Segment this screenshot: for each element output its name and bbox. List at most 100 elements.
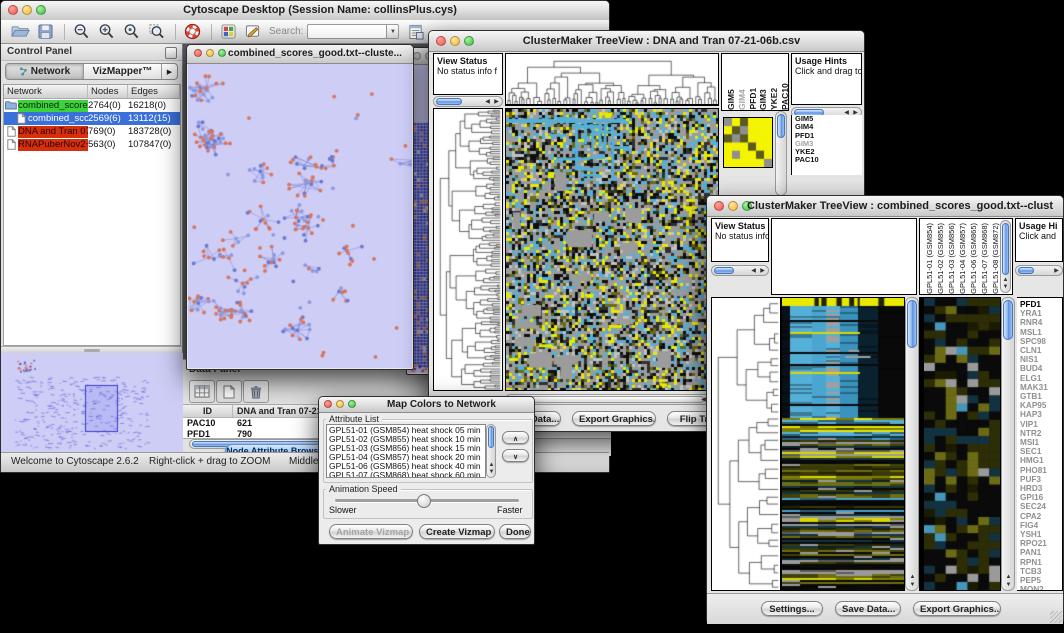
vizmap-grid-button[interactable] [217,22,239,41]
window-controls [324,400,356,408]
zoom-in-button[interactable] [95,22,117,41]
search-dropdown-button[interactable]: ▼ [386,24,399,39]
network-overview-canvas[interactable] [1,353,183,455]
close-button[interactable] [413,52,421,60]
zoom-button[interactable] [348,400,356,408]
control-panel: Control Panel Network VizMapper™ ▶ Netwo… [1,44,183,455]
main-titlebar[interactable]: Cytoscape Desktop (Session Name: collins… [1,1,609,21]
heatmap-global-canvas[interactable] [506,109,718,390]
heatmap-global-panel[interactable] [505,108,719,391]
view-status-text: No status info f [434,66,502,76]
row-dendrogram-panel[interactable] [711,297,781,591]
settings-button[interactable]: Settings... [761,601,823,616]
heatmap-zoom-canvas[interactable] [724,118,772,167]
export-graphics-button[interactable]: Export Graphics... [913,601,1001,616]
new-attribute-button[interactable] [216,380,242,403]
row-dendrogram-panel[interactable] [433,108,503,391]
speed-slider-thumb[interactable] [417,494,431,508]
row-dendrogram-canvas[interactable] [434,109,502,390]
network1-canvas[interactable] [188,64,412,368]
heatmap-zoom-canvas[interactable] [924,298,1000,590]
zoom-button[interactable] [218,49,226,57]
annotation-button[interactable] [242,22,264,41]
tab-overflow-button[interactable]: ▶ [162,64,177,79]
gene-label: MSL1 [1020,328,1062,337]
zoom-out-icon [73,23,90,40]
help-ring-icon [184,23,201,40]
zoom-vscrollbar[interactable]: ▲▼ [1001,297,1015,591]
column-labels-scrollbar[interactable]: ▲▼ [1000,220,1011,293]
treeview1-titlebar[interactable]: ClusterMaker TreeView : DNA and Tran 07-… [429,31,864,52]
col-edges[interactable]: Edges [128,85,180,98]
network-overview-panel[interactable] [1,353,183,455]
zoom-vscrollbar[interactable] [775,111,787,196]
network-list-row[interactable]: DNA and Tran 07769(0)183728(0) [4,125,180,138]
column-dendrogram-canvas[interactable] [506,54,718,104]
done-button[interactable]: Done [499,524,531,539]
minimize-button[interactable] [22,5,32,15]
treeview2-titlebar[interactable]: ClusterMaker TreeView : combined_scores_… [707,196,1063,217]
animate-vizmap-button[interactable]: Animate Vizmap [329,524,413,539]
view-status-scrollbar[interactable]: ◀▶ [711,265,769,276]
report-button[interactable] [405,22,427,41]
close-button[interactable] [8,5,18,15]
column-dendrogram-panel[interactable] [771,218,917,295]
float-panel-icon[interactable] [165,47,177,59]
row-dendrogram-canvas[interactable] [712,298,780,590]
delete-attribute-button[interactable] [243,380,269,403]
global-vscrollbar[interactable]: ▲▼ [905,297,919,591]
view-status-panel: View Status No status info f [711,218,769,262]
resize-grip[interactable] [1050,611,1062,623]
heatmap-global-canvas[interactable] [782,298,904,590]
column-dendrogram-panel[interactable] [505,53,719,106]
close-button[interactable] [324,400,332,408]
nodes-count: 2764(0) [88,100,128,111]
col-network[interactable]: Network [4,85,88,98]
attribute-item[interactable]: GPL51-07 (GSM868) heat shock 60 min [329,471,483,478]
network-list-row[interactable]: combined_sco2569(6)13112(15) [4,112,180,125]
network1-view[interactable] [188,64,412,368]
gene-label: NIS1 [1020,355,1062,364]
minimize-button[interactable] [728,201,738,211]
save-button[interactable] [34,22,56,41]
heatmap-global-panel[interactable] [781,297,905,591]
zoom-selected-button[interactable] [145,22,167,41]
col-id[interactable]: ID [183,405,233,417]
vizmap-grid-icon [221,24,236,39]
export-graphics-button[interactable]: Export Graphics... [572,411,656,426]
gene-label: PUF3 [1020,475,1062,484]
minimize-button[interactable] [206,49,214,57]
dialog-titlebar[interactable]: Map Colors to Network [319,397,534,413]
network-list-header[interactable]: Network Nodes Edges [4,85,180,99]
move-up-button[interactable]: ∧ [502,431,529,444]
minimize-button[interactable] [336,400,344,408]
attribute-select-button[interactable] [189,380,215,403]
search-input[interactable] [307,24,386,39]
zoom-fit-button[interactable] [120,22,142,41]
save-data-button[interactable]: Save Data... [835,601,901,616]
network1-titlebar[interactable]: combined_scores_good.txt--cluste... [187,45,413,64]
tab-vizmapper[interactable]: VizMapper™ [84,64,162,79]
col-nodes[interactable]: Nodes [88,85,128,98]
usage-hints-scrollbar[interactable]: ▶ [1015,265,1063,276]
attribute-list-scrollbar[interactable]: ▲▼ [486,424,496,478]
create-vizmap-button[interactable]: Create Vizmap [419,524,495,539]
help-ring-button[interactable] [181,22,203,41]
move-down-button[interactable]: ∨ [502,449,529,462]
open-folder-button[interactable] [9,22,31,41]
minimize-button[interactable] [450,36,460,46]
attribute-list[interactable]: GPL51-01 (GSM854) heat shock 05 minGPL51… [326,424,486,478]
network-list-row[interactable]: combined_scores_2764(0)16218(0) [4,99,180,112]
close-button[interactable] [436,36,446,46]
close-button[interactable] [714,201,724,211]
heatmap-zoom-panel[interactable] [723,117,773,168]
network-list-row[interactable]: RNAPuberNov2+563(0)107847(0) [4,138,180,151]
view-status-scrollbar[interactable]: ◀▶ [433,96,503,107]
gene-label: NTR2 [1020,429,1062,438]
close-button[interactable] [194,49,202,57]
heatmap-zoom-panel[interactable] [923,297,1001,591]
view-status-panel: View Status No status info f [433,53,503,95]
tab-network[interactable]: Network [6,64,84,79]
heatmap-hscrollbar[interactable]: ◀▶ [505,394,719,405]
zoom-out-button[interactable] [70,22,92,41]
